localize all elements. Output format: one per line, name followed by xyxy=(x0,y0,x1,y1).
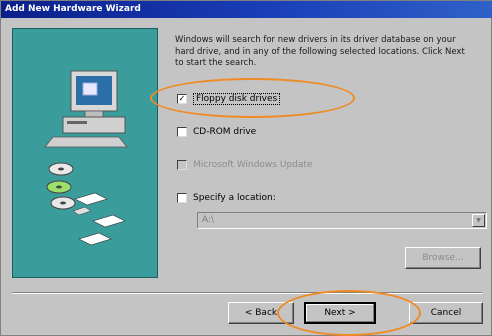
floppy-checkbox[interactable]: ✓ xyxy=(177,94,187,104)
arrow-icon xyxy=(73,192,126,246)
title-bar: Add New Hardware Wizard xyxy=(1,1,492,18)
wizard-illustration xyxy=(12,28,158,278)
wizard-description: Windows will search for new drivers in i… xyxy=(175,35,465,68)
divider xyxy=(12,292,482,294)
option-floppy[interactable]: ✓ Floppy disk drives xyxy=(177,92,281,106)
back-button[interactable]: < Back xyxy=(228,302,294,324)
chevron-down-icon: ▼ xyxy=(472,214,485,227)
option-cdrom-label: CD-ROM drive xyxy=(193,127,257,137)
window-title: Add New Hardware Wizard xyxy=(5,4,141,14)
next-button[interactable]: Next > xyxy=(304,302,376,324)
option-floppy-label: Floppy disk drives xyxy=(193,93,281,105)
option-specify-location-label: Specify a location: xyxy=(193,193,276,203)
cancel-button[interactable]: Cancel xyxy=(409,302,483,324)
location-combobox: A:\ ▼ xyxy=(197,212,487,229)
option-specify-location[interactable]: Specify a location: xyxy=(177,191,276,205)
wizard-window: Add New Hardware Wizard Windows will sea… xyxy=(0,0,492,336)
option-windows-update: Microsoft Windows Update xyxy=(177,158,312,172)
specify-location-checkbox[interactable] xyxy=(177,193,187,203)
windows-update-checkbox xyxy=(177,160,187,170)
location-value: A:\ xyxy=(202,215,215,225)
option-windows-update-label: Microsoft Windows Update xyxy=(193,160,313,170)
browse-button: Browse... xyxy=(405,247,481,269)
cdrom-checkbox[interactable] xyxy=(177,127,187,137)
option-cdrom[interactable]: CD-ROM drive xyxy=(177,125,256,139)
